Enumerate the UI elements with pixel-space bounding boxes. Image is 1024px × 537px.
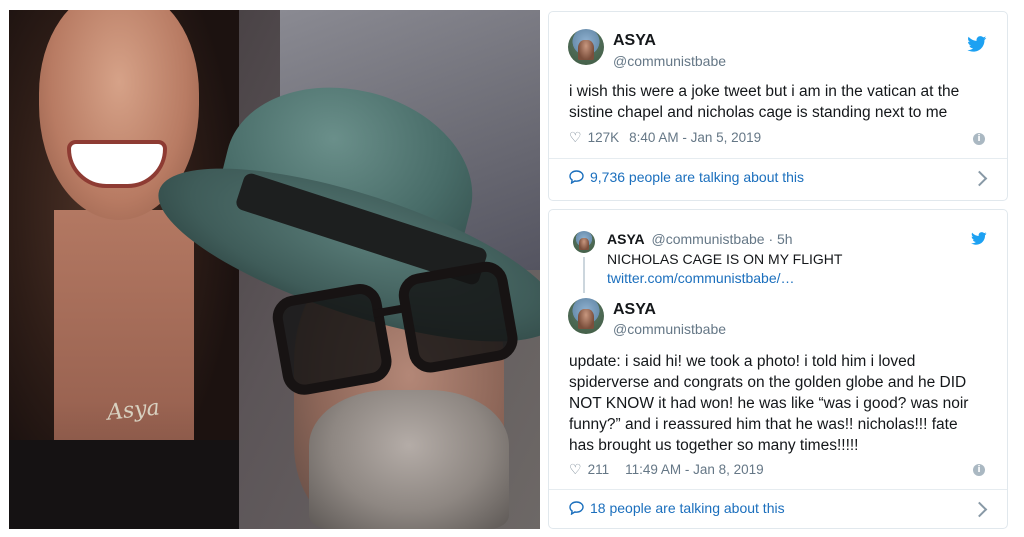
info-icon[interactable]: i — [973, 464, 985, 476]
left-lens — [269, 280, 395, 399]
avatar[interactable] — [568, 29, 604, 65]
divider — [549, 158, 1007, 159]
tweet-meta: ♡ 127K 8:40 AM - Jan 5, 2019 — [569, 129, 761, 146]
reply-author-handle[interactable]: @communistbabe · 5h — [652, 231, 793, 247]
thread-connector-line — [583, 257, 585, 293]
chevron-right-icon[interactable] — [971, 170, 988, 187]
chevron-right-icon[interactable] — [971, 501, 988, 518]
like-count[interactable]: 127K — [588, 130, 620, 145]
tweet-text-line: update: i said hi! we took a photo! i to… — [569, 353, 916, 370]
reply-header: ASYA @communistbabe · 5h — [607, 231, 793, 247]
twitter-bird-icon[interactable] — [967, 36, 987, 52]
heart-icon[interactable]: ♡ — [569, 461, 582, 478]
reply-text: NICHOLAS CAGE IS ON MY FLIGHT — [607, 251, 843, 267]
tweet-text-line: funny?” and i reassured him that he was!… — [569, 416, 958, 433]
comment-icon — [569, 170, 584, 184]
tweet-text-line: i wish this were a joke tweet but i am i… — [569, 83, 960, 100]
woman-top — [9, 440, 239, 529]
author-name[interactable]: ASYA — [613, 32, 656, 50]
talking-count-text[interactable]: 9,736 people are talking about this — [590, 169, 804, 185]
tweet-text: i wish this were a joke tweet but i am i… — [569, 81, 959, 123]
avatar[interactable] — [568, 298, 604, 334]
tweet-timestamp[interactable]: 8:40 AM - Jan 5, 2019 — [629, 130, 761, 145]
reply-author-name[interactable]: ASYA — [607, 231, 645, 247]
tweet-card-2[interactable]: ASYA @communistbabe · 5h NICHOLAS CAGE I… — [548, 209, 1008, 529]
author-handle[interactable]: @communistbabe — [613, 53, 726, 69]
info-icon[interactable]: i — [973, 133, 985, 145]
like-count[interactable]: 211 — [588, 462, 610, 477]
talking-about-link[interactable]: 9,736 people are talking about this — [569, 169, 804, 185]
author-name[interactable]: ASYA — [613, 301, 656, 319]
reply-avatar[interactable] — [573, 231, 595, 253]
talking-about-link[interactable]: 18 people are talking about this — [569, 500, 785, 516]
twitter-bird-icon[interactable] — [971, 232, 987, 245]
comment-icon — [569, 501, 584, 515]
tweet-text-line: NOT KNOW it had won! he was like “was i … — [569, 395, 969, 412]
author-handle[interactable]: @communistbabe — [613, 321, 726, 337]
tweet-text-line: spiderverse and congrats on the golden g… — [569, 374, 967, 391]
divider — [549, 489, 1007, 490]
tweet-text-line: has brought us together so many times!!!… — [569, 437, 859, 454]
tweet-meta: ♡ 211 11:49 AM - Jan 8, 2019 — [569, 461, 764, 478]
tweet-text-line: sistine chapel and nicholas cage is stan… — [569, 104, 948, 121]
tweet-card-1[interactable]: ASYA @communistbabe i wish this were a j… — [548, 11, 1008, 201]
tweet-text: update: i said hi! we took a photo! i to… — [569, 351, 968, 456]
reply-link[interactable]: twitter.com/communistbabe/… — [607, 270, 795, 286]
selfie-photo: Asya — [9, 10, 540, 529]
heart-icon[interactable]: ♡ — [569, 129, 582, 146]
man-beard — [309, 390, 509, 529]
talking-count-text[interactable]: 18 people are talking about this — [590, 500, 785, 516]
right-lens — [395, 258, 522, 376]
tweet-timestamp[interactable]: 11:49 AM - Jan 8, 2019 — [625, 462, 764, 477]
